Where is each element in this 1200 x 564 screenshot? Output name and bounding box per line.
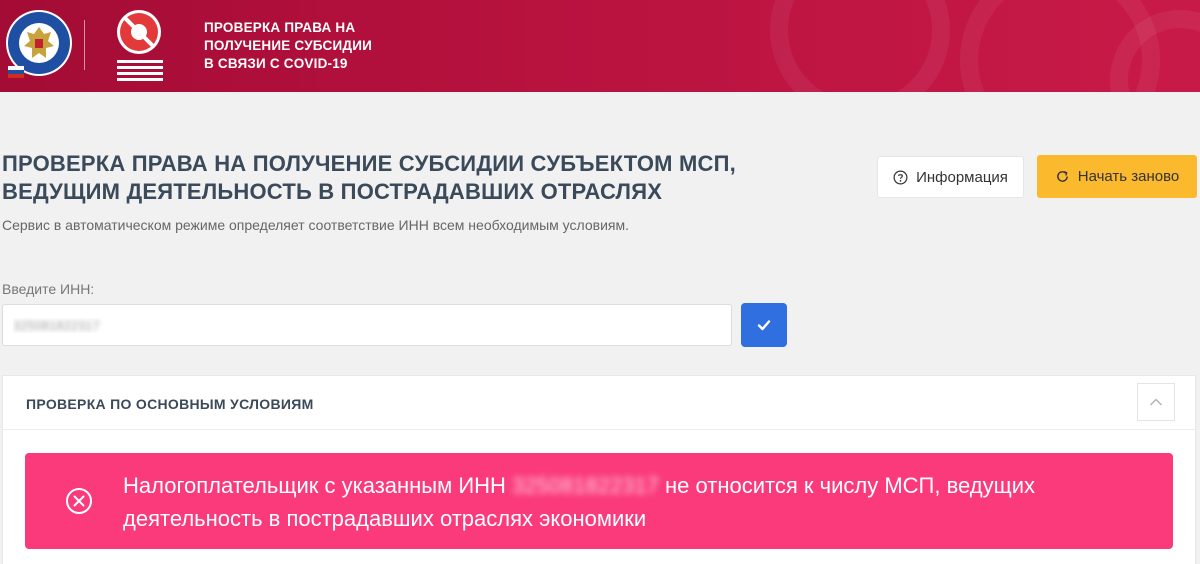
header-title-line: ПРОВЕРКА ПРАВА НА	[204, 20, 356, 35]
chevron-up-icon	[1149, 398, 1163, 406]
logo-divider	[84, 20, 85, 70]
alert-message-prefix: Налогоплательщик с указанным ИНН	[123, 473, 506, 498]
page-title: ПРОВЕРКА ПРАВА НА ПОЛУЧЕНИЕ СУБСИДИИ СУБ…	[2, 151, 736, 204]
inn-label: Введите ИНН:	[2, 281, 95, 297]
header-title-line: ПОЛУЧЕНИЕ СУБСИДИИ	[204, 38, 373, 53]
covid-logo	[117, 10, 163, 81]
submit-inn-button[interactable]	[741, 303, 787, 347]
alert-message: Налогоплательщик с указанным ИНН 3250818…	[123, 469, 1123, 535]
check-icon	[757, 320, 771, 331]
panel-title: ПРОВЕРКА ПО ОСНОВНЫМ УСЛОВИЯМ	[26, 396, 314, 412]
information-button[interactable]: Информация	[877, 156, 1024, 198]
collapse-button[interactable]	[1137, 383, 1175, 421]
inn-input[interactable]	[2, 304, 732, 346]
question-circle-icon	[893, 170, 908, 184]
refresh-icon	[1056, 170, 1068, 182]
alert-inn-value: 325081822317	[512, 473, 659, 498]
header-title-line: В СВЯЗИ С COVID-19	[204, 56, 348, 71]
restart-button-label: Начать заново	[1077, 168, 1180, 185]
information-button-label: Информация	[916, 168, 1008, 186]
site-header: ПРОВЕРКА ПРАВА НА ПОЛУЧЕНИЕ СУБСИДИИ В С…	[0, 0, 1200, 92]
page-subtitle: Сервис в автоматическом режиме определяе…	[2, 217, 629, 233]
error-alert: Налогоплательщик с указанным ИНН 3250818…	[25, 453, 1173, 549]
close-circle-icon	[66, 488, 92, 514]
restart-button[interactable]: Начать заново	[1037, 155, 1197, 198]
header-decoration	[770, 0, 950, 92]
panel-header: ПРОВЕРКА ПО ОСНОВНЫМ УСЛОВИЯМ	[3, 376, 1195, 430]
fns-emblem-logo[interactable]	[4, 8, 74, 82]
header-title: ПРОВЕРКА ПРАВА НА ПОЛУЧЕНИЕ СУБСИДИИ В С…	[204, 19, 372, 73]
